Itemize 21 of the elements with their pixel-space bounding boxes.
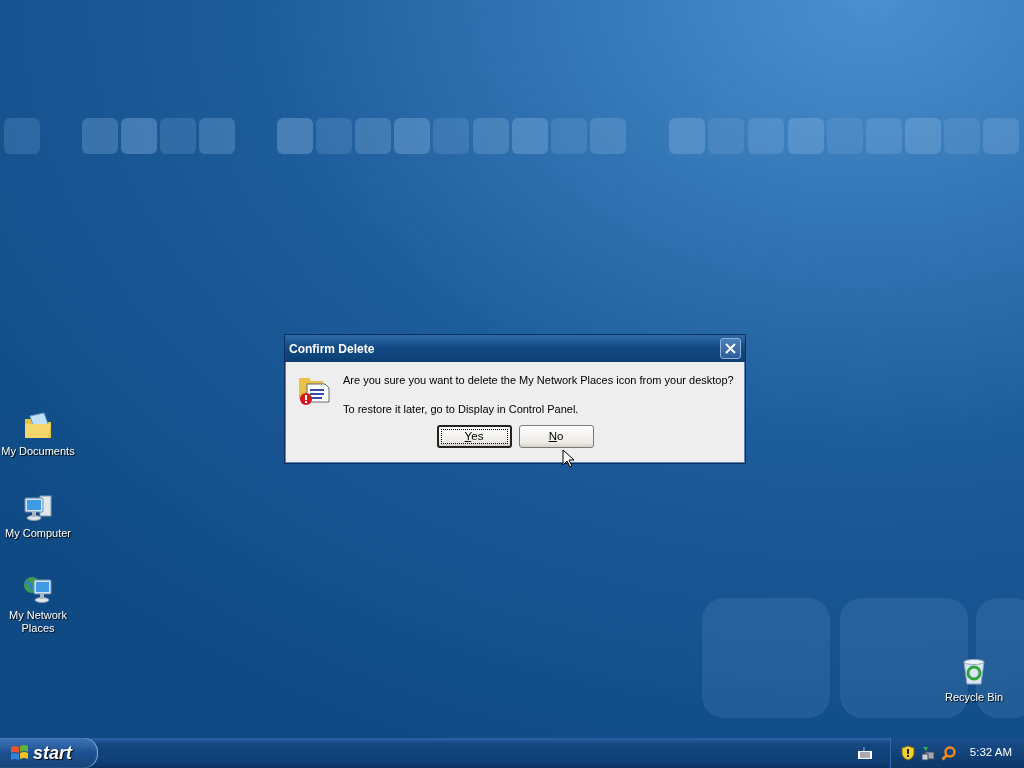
icon-label[interactable]: Recycle Bin: [944, 691, 1004, 704]
search-icon[interactable]: [940, 745, 956, 761]
windows-logo-icon: [10, 744, 29, 762]
message-text: Are you sure you want to delete the My Network Places icon from your desktop?: [343, 373, 734, 388]
computer-icon[interactable]: [22, 492, 54, 524]
globe-computer-icon[interactable]: [22, 574, 54, 606]
keyboard-icon[interactable]: [857, 747, 872, 759]
dialog-button[interactable]: Yes: [436, 425, 512, 448]
shield-icon[interactable]: [900, 745, 915, 761]
window-title: Confirm Delete: [289, 340, 375, 358]
clock-text: 5:32 AM: [969, 745, 1012, 761]
network-icon[interactable]: [920, 745, 935, 761]
icon-label[interactable]: My Documents: [1, 445, 75, 458]
note-text: To restore it later, go to Display in Control Panel.: [343, 401, 580, 417]
icon-label[interactable]: My Network Places: [5, 609, 71, 635]
close-icon: [725, 343, 736, 354]
dialog-button[interactable]: No: [518, 425, 594, 448]
close-button[interactable]: [720, 338, 741, 359]
cursor-icon: [562, 449, 574, 468]
icon-label[interactable]: My Computer: [5, 527, 71, 540]
start-button[interactable]: start: [0, 738, 98, 768]
